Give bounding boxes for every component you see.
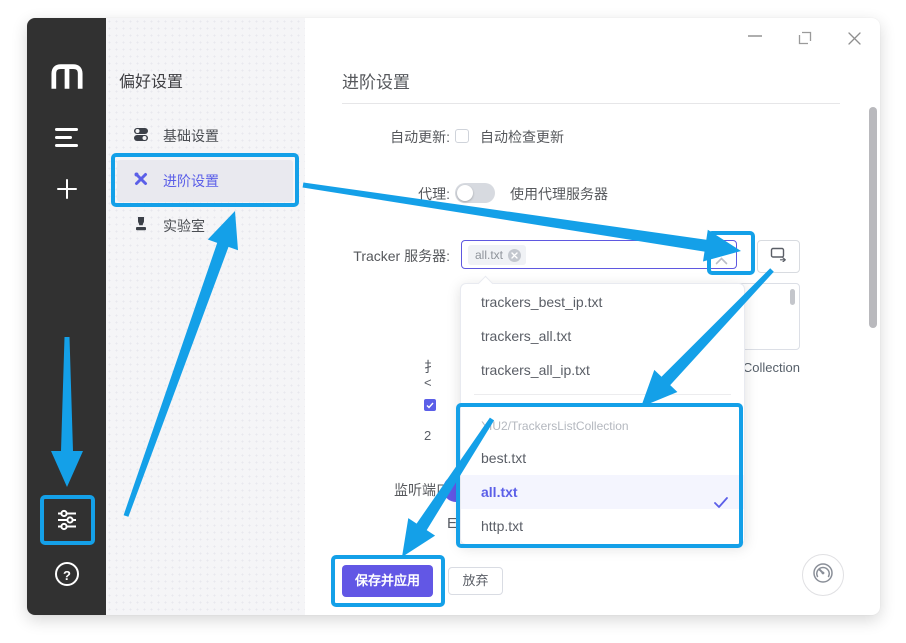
help-icon[interactable]: ? [55, 562, 79, 586]
app-logo-icon [27, 63, 106, 89]
tag-close-icon[interactable] [508, 249, 521, 262]
toggle-knob [457, 185, 473, 201]
preferences-panel [106, 18, 305, 615]
listen-port-label: 监听端口 [307, 480, 450, 500]
sidebar-item-label: 基础设置 [163, 126, 219, 146]
auto-update-checkbox-label: 自动检查更新 [480, 127, 564, 147]
dropdown-option[interactable]: http.txt [461, 509, 744, 543]
sidebar-item-advanced-settings[interactable]: 进阶设置 [117, 160, 293, 202]
sidebar: ? [27, 18, 106, 615]
tools-icon [133, 171, 149, 192]
gauge-icon [811, 561, 835, 590]
preferences-title: 偏好设置 [119, 68, 183, 92]
task-list-icon[interactable] [55, 128, 78, 152]
screen: ? 偏好设置 基础设置 [0, 0, 906, 643]
toggles-icon [133, 126, 149, 147]
lab-icon [133, 216, 149, 237]
discard-button[interactable]: 放弃 [448, 567, 503, 595]
text-fragment: 扌 [424, 357, 438, 377]
proxy-label: 代理: [307, 184, 450, 204]
auto-update-label: 自动更新: [307, 127, 450, 147]
text-fragment: 2 [424, 428, 431, 443]
textarea-scrollbar[interactable] [790, 289, 795, 305]
dropdown-option-selected[interactable]: all.txt [461, 475, 744, 509]
chevron-up-icon[interactable] [715, 252, 728, 270]
dropdown-option[interactable]: best.txt [461, 441, 744, 475]
dropdown-option[interactable]: trackers_best_ip.txt [461, 285, 744, 319]
sync-icon [770, 247, 788, 267]
add-task-icon[interactable] [56, 178, 78, 200]
dropdown-group-label: XIU2/TrackersListCollection [461, 411, 744, 441]
title-divider [342, 103, 840, 104]
proxy-toggle-label: 使用代理服务器 [510, 184, 608, 204]
save-and-apply-button[interactable]: 保存并应用 [342, 565, 433, 597]
sync-checkbox-fragment[interactable] [424, 399, 436, 411]
dropdown-option[interactable]: trackers_all_ip.txt [461, 353, 744, 387]
preferences-icon[interactable] [56, 509, 78, 531]
sidebar-item-label: 进阶设置 [163, 171, 219, 191]
auto-update-checkbox[interactable] [455, 129, 469, 143]
window-scrollbar[interactable] [869, 107, 877, 328]
dropdown-divider [474, 394, 731, 395]
maximize-button[interactable] [798, 31, 812, 45]
app-window: ? 偏好设置 基础设置 [27, 18, 880, 615]
close-icon[interactable] [847, 31, 862, 46]
page-title: 进阶设置 [342, 68, 410, 93]
sidebar-item-lab[interactable]: 实验室 [117, 205, 293, 247]
minimize-button[interactable] [748, 35, 762, 38]
text-fragment: < [424, 375, 438, 390]
proxy-toggle[interactable] [455, 183, 495, 203]
text-fragment: E [447, 515, 457, 532]
tracker-server-label: Tracker 服务器: [307, 246, 450, 266]
speed-limit-button[interactable] [802, 554, 844, 596]
dropdown-option[interactable]: trackers_all.txt [461, 319, 744, 353]
sync-trackers-button[interactable] [757, 240, 800, 273]
tracker-tag: all.txt [468, 245, 526, 265]
sidebar-item-basic-settings[interactable]: 基础设置 [117, 115, 293, 157]
tracker-tag-text: all.txt [475, 248, 503, 262]
tracker-dropdown: trackers_best_ip.txt trackers_all.txt tr… [460, 283, 745, 545]
tracker-server-input[interactable]: all.txt [461, 240, 737, 269]
sidebar-item-label: 实验室 [163, 216, 205, 236]
